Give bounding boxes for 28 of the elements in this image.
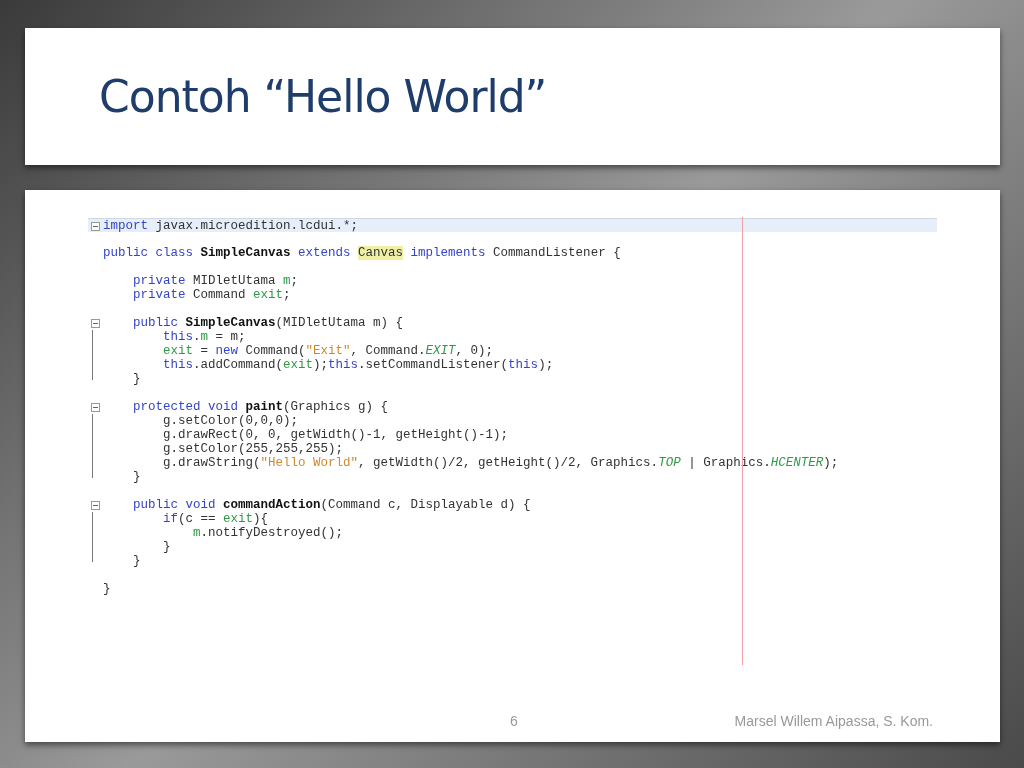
code-line: protected void paint(Graphics g) { — [132, 400, 389, 414]
code-line: if(c == exit){ — [162, 512, 269, 526]
code-line: g.drawString("Hello World", getWidth()/2, getHeight()/2, Graphics.TOP | Graphics.HCENTER); — [162, 456, 839, 470]
code-line: } — [132, 372, 141, 386]
code-line: public class SimpleCanvas extends Canvas implements CommandListener { — [103, 246, 621, 260]
code-line: private Command exit; — [132, 288, 291, 302]
code-line: } — [132, 554, 141, 568]
fold-collapse-icon[interactable] — [91, 318, 100, 328]
author-name: Marsel Willem Aipassa, S. Kom. — [734, 713, 933, 729]
code-line: g.setColor(0,0,0); — [162, 414, 299, 428]
code-line: g.drawRect(0, 0, getWidth()-1, getHeight()-1); — [162, 428, 509, 442]
code-line: public SimpleCanvas(MIDletUtama m) { — [132, 316, 404, 330]
fold-collapse-icon[interactable] — [91, 221, 100, 231]
fold-collapse-icon[interactable] — [91, 500, 100, 510]
code-line: } — [132, 470, 141, 484]
page-number: 6 — [510, 713, 518, 729]
code-line: } — [103, 582, 111, 596]
code-line: import javax.microedition.lcdui.*; — [103, 219, 359, 232]
slide-title: Contoh “Hello World” — [99, 71, 547, 122]
code-line: this.addCommand(exit);this.setCommandListener(this); — [162, 358, 554, 372]
code-line: m.notifyDestroyed(); — [192, 526, 344, 540]
fold-collapse-icon[interactable] — [91, 402, 100, 412]
code-line: private MIDletUtama m; — [132, 274, 299, 288]
code-line: exit = new Command("Exit", Command.EXIT, 0); — [162, 344, 494, 358]
code-line: public void commandAction(Command c, Displayable d) { — [132, 498, 531, 512]
code-line: } — [162, 540, 171, 554]
code-line: this.m = m; — [162, 330, 246, 344]
code-line: g.setColor(255,255,255); — [162, 442, 344, 456]
